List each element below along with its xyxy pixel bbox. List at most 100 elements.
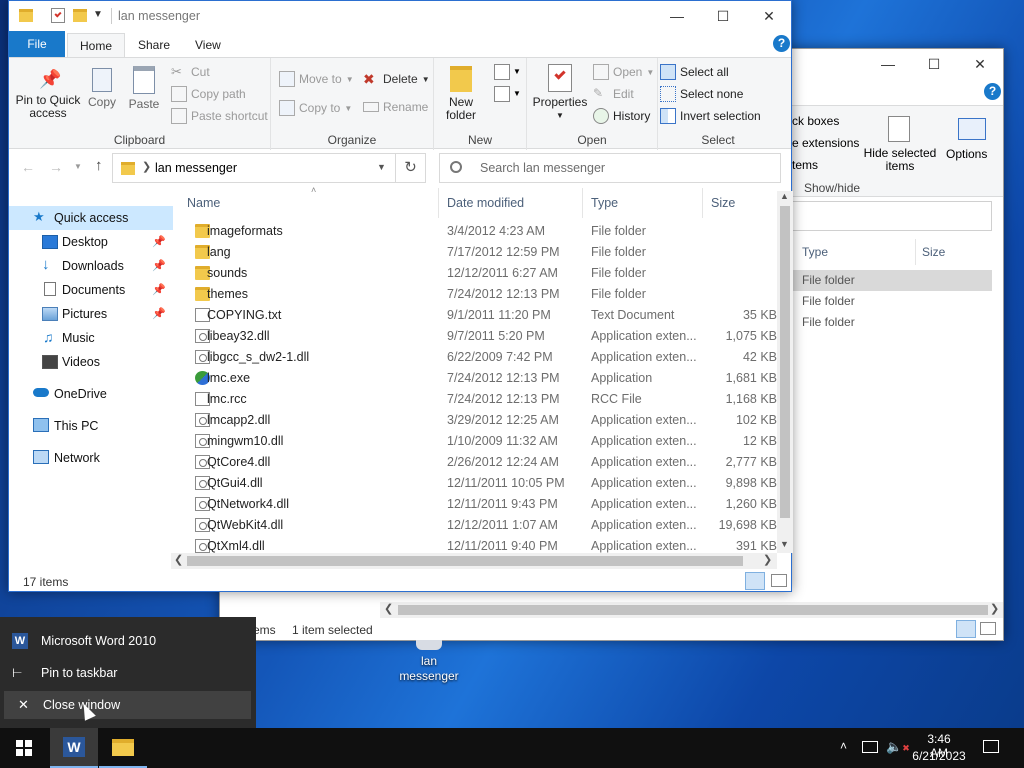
chevron-down-icon[interactable]: ▼	[513, 89, 521, 98]
network-status-icon[interactable]	[862, 741, 878, 753]
copy-path-button[interactable]: Copy path	[171, 86, 246, 102]
scroll-thumb[interactable]	[187, 556, 743, 566]
column-header-type[interactable]: Type	[585, 188, 703, 218]
pin-to-quick-access-button[interactable]: 📌 Pin to Quick access	[13, 68, 83, 120]
cut-button[interactable]: ✂ Cut	[171, 64, 210, 80]
refresh-button[interactable]: ↻	[396, 153, 426, 183]
ribbon-item-checkboxes[interactable]: ck boxes	[792, 114, 839, 128]
back-button[interactable]: ←	[21, 159, 35, 175]
taskbar-word-button[interactable]: W	[50, 728, 98, 768]
taskbar-file-explorer-button[interactable]	[99, 728, 147, 768]
column-header-date[interactable]: Date modified	[441, 188, 583, 218]
search-box[interactable]	[792, 201, 992, 231]
scroll-left-arrow[interactable]: ❮	[384, 602, 393, 615]
file-row[interactable]: QtGui4.dll 12/11/2011 10:05 PM Application…	[189, 473, 785, 494]
paste-shortcut-button[interactable]: Paste shortcut	[171, 108, 268, 124]
edit-button[interactable]: ✎ Edit	[593, 86, 634, 102]
invert-selection-button[interactable]: Invert selection	[660, 108, 761, 124]
file-row[interactable]: lmc.exe 7/24/2012 12:13 PM Application 1,68…	[189, 368, 785, 389]
sidebar-item-quick-access[interactable]: ★ Quick access	[9, 206, 173, 230]
tab-file[interactable]: File	[9, 31, 65, 57]
column-type[interactable]: Type	[802, 245, 828, 259]
details-view-icon[interactable]	[745, 572, 765, 590]
explorer-window[interactable]: ▼ lan messenger — ☐ ✕ File Home Share Vi…	[8, 0, 793, 592]
delete-button[interactable]: ✖ Delete ▼	[363, 71, 430, 87]
maximize-button[interactable]: ☐	[911, 49, 957, 79]
desktop-icon-lan-messenger[interactable]: lan messenger	[392, 640, 466, 684]
clock-date[interactable]: 6/21/2023	[907, 749, 971, 763]
scroll-right-arrow[interactable]: ❯	[990, 602, 999, 615]
sidebar-item-music[interactable]: ♫ Music	[9, 326, 173, 350]
scroll-up-arrow[interactable]: ▲	[780, 191, 789, 201]
sidebar-item-desktop[interactable]: Desktop 📌	[9, 230, 173, 254]
notification-center-icon[interactable]	[983, 740, 999, 753]
file-row[interactable]: imageformats 3/4/2012 4:23 AM File folder	[189, 221, 785, 242]
chevron-down-icon[interactable]: ▼	[377, 162, 386, 172]
select-none-button[interactable]: Select none	[660, 86, 743, 102]
scroll-right-arrow[interactable]: ❯	[763, 553, 772, 566]
file-row[interactable]: themes 7/24/2012 12:13 PM File folder	[189, 284, 785, 305]
scroll-thumb[interactable]	[780, 206, 790, 518]
ribbon-item-hidden[interactable]: tems	[792, 158, 818, 172]
minimize-button[interactable]: —	[654, 1, 700, 31]
new-folder-quick-icon[interactable]	[73, 9, 87, 22]
sidebar-item-onedrive[interactable]: OneDrive	[9, 382, 173, 406]
scroll-left-arrow[interactable]: ❮	[174, 553, 183, 566]
tab-view[interactable]: View	[183, 33, 233, 57]
sidebar-item-videos[interactable]: Videos	[9, 350, 173, 374]
file-row[interactable]: lang 7/17/2012 12:59 PM File folder	[189, 242, 785, 263]
recent-locations-icon[interactable]: ▼	[74, 162, 82, 171]
forward-button[interactable]: →	[49, 159, 63, 175]
jumplist-item-pin[interactable]: ⊢ Pin to taskbar	[4, 659, 251, 687]
column-header-name[interactable]: Name	[181, 188, 439, 218]
options-button[interactable]: Options	[946, 147, 987, 161]
details-view-icon[interactable]	[956, 620, 976, 638]
chevron-down-icon[interactable]: ▼	[513, 67, 521, 76]
breadcrumb[interactable]: lan messenger	[155, 161, 237, 175]
file-row[interactable]: libeay32.dll 9/7/2011 5:20 PM Application …	[189, 326, 785, 347]
file-row[interactable]: QtCore4.dll 2/26/2012 12:24 AM Application…	[189, 452, 785, 473]
scroll-thumb[interactable]	[398, 605, 988, 615]
sidebar-item-documents[interactable]: Documents 📌	[9, 278, 173, 302]
new-item-icon[interactable]	[494, 64, 510, 80]
scroll-down-arrow[interactable]: ▼	[780, 539, 789, 549]
sidebar-item-pictures[interactable]: Pictures 📌	[9, 302, 173, 326]
horizontal-scrollbar[interactable]: ❮ ❯	[380, 602, 1003, 618]
up-button[interactable]: ↑	[95, 157, 103, 174]
properties-button[interactable]: Properties ▼	[531, 64, 589, 122]
select-all-button[interactable]: Select all	[660, 64, 729, 80]
open-button[interactable]: Open ▼	[593, 64, 654, 80]
sidebar-item-network[interactable]: Network	[9, 446, 173, 470]
maximize-button[interactable]: ☐	[700, 1, 746, 31]
minimize-button[interactable]: —	[865, 49, 911, 79]
file-row[interactable]: QtNetwork4.dll 12/11/2011 9:43 PM Applicat…	[189, 494, 785, 515]
close-button[interactable]: ✕	[957, 49, 1003, 79]
move-to-button[interactable]: Move to ▼	[279, 71, 354, 87]
sidebar-item-this-pc[interactable]: This PC	[9, 414, 173, 438]
help-icon[interactable]: ?	[773, 35, 790, 52]
search-input[interactable]: Search lan messenger	[439, 153, 781, 183]
tab-home[interactable]: Home	[67, 33, 126, 58]
paste-button[interactable]: Paste	[125, 66, 163, 111]
easy-access-icon[interactable]	[494, 86, 510, 102]
jumplist-item-app[interactable]: W Microsoft Word 2010	[4, 627, 251, 655]
file-row[interactable]: mingwm10.dll 1/10/2009 11:32 AM Applicatio…	[189, 431, 785, 452]
sidebar-item-downloads[interactable]: ↓ Downloads 📌	[9, 254, 173, 278]
tab-share[interactable]: Share	[126, 33, 182, 57]
customize-quick-access-icon[interactable]: ▼	[93, 9, 103, 20]
large-icons-view-icon[interactable]	[771, 574, 787, 587]
jumplist-item-close[interactable]: ✕ Close window	[4, 691, 251, 719]
file-row[interactable]: QtWebKit4.dll 12/12/2011 1:07 AM Applicati…	[189, 515, 785, 536]
address-bar[interactable]: ❯ lan messenger ▼	[112, 153, 396, 183]
vertical-scrollbar[interactable]: ▲ ▼	[777, 191, 793, 553]
large-icons-view-icon[interactable]	[980, 622, 996, 635]
title-bar[interactable]: ▼ lan messenger — ☐ ✕	[9, 1, 791, 31]
copy-button[interactable]: Copy	[85, 68, 119, 109]
show-hidden-icons-button[interactable]: ˄	[840, 739, 847, 753]
file-row[interactable]: lmcapp2.dll 3/29/2012 12:25 AM Application…	[189, 410, 785, 431]
hide-selected-button[interactable]: Hide selected items	[860, 147, 940, 173]
new-folder-button[interactable]: New folder	[440, 66, 482, 122]
column-size[interactable]: Size	[922, 245, 945, 259]
horizontal-scrollbar[interactable]: ❮ ❯	[171, 553, 777, 569]
file-row[interactable]: lmc.rcc 7/24/2012 12:13 PM RCC File 1,168 K…	[189, 389, 785, 410]
